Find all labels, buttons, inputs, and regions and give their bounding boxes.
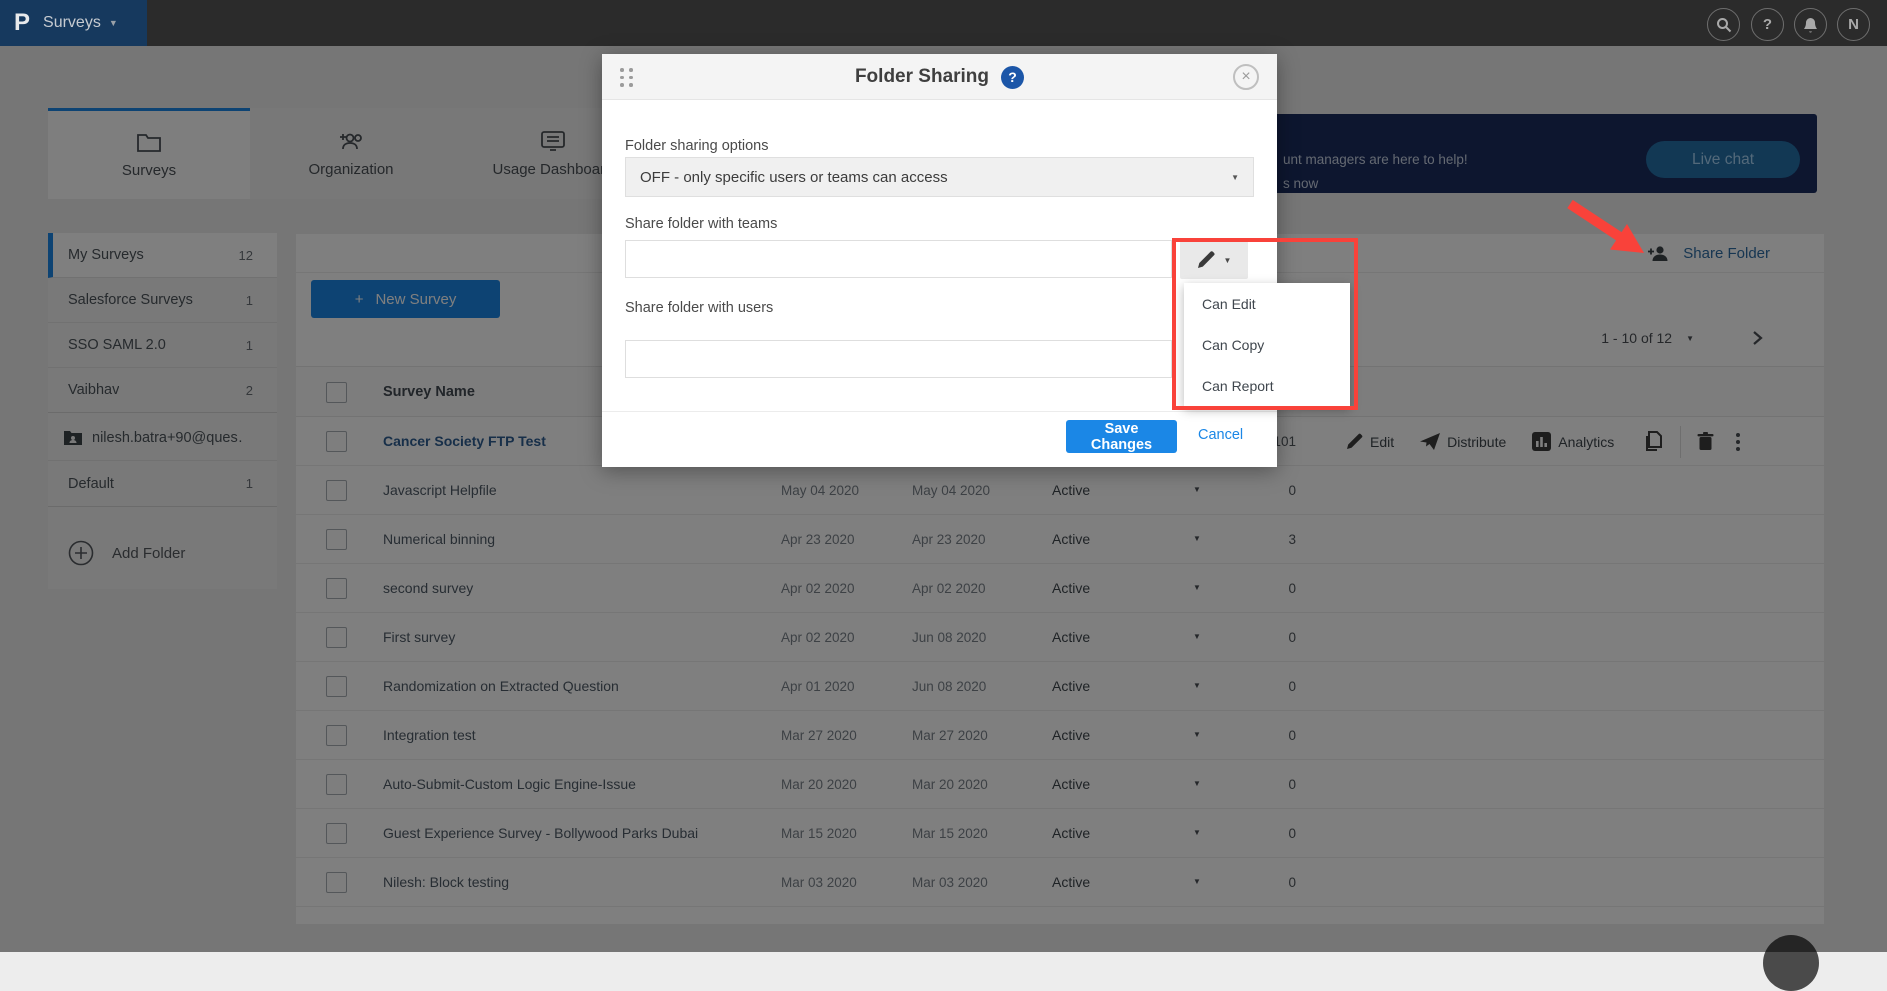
share-users-input[interactable] bbox=[625, 340, 1172, 378]
sharing-options-label: Folder sharing options bbox=[625, 138, 768, 154]
share-teams-input[interactable] bbox=[625, 240, 1172, 278]
user-avatar[interactable]: N bbox=[1837, 8, 1870, 41]
notifications-button[interactable] bbox=[1794, 8, 1827, 41]
save-changes-button[interactable]: Save Changes bbox=[1066, 420, 1177, 453]
search-icon bbox=[1716, 17, 1732, 33]
product-name: Surveys bbox=[43, 14, 101, 32]
chevron-down-icon: ▼ bbox=[109, 18, 118, 28]
modal-title: Folder Sharing bbox=[855, 66, 989, 88]
top-navigation-bar: P Surveys ▼ ? N bbox=[0, 0, 1887, 46]
annotation-arrow bbox=[1556, 192, 1666, 267]
modal-footer-divider bbox=[602, 411, 1277, 412]
questionpro-logo: P bbox=[14, 11, 30, 35]
cancel-button[interactable]: Cancel bbox=[1198, 427, 1243, 443]
sharing-options-select[interactable]: OFF - only specific users or teams can a… bbox=[625, 157, 1254, 197]
help-button[interactable]: ? bbox=[1751, 8, 1784, 41]
close-icon[interactable]: × bbox=[1233, 64, 1259, 90]
avatar-initial: N bbox=[1848, 16, 1859, 33]
chevron-down-icon: ▼ bbox=[1231, 173, 1239, 182]
search-button[interactable] bbox=[1707, 8, 1740, 41]
modal-header: Folder Sharing ? × bbox=[602, 54, 1277, 100]
product-switcher[interactable]: P Surveys ▼ bbox=[0, 0, 147, 46]
sharing-options-value: OFF - only specific users or teams can a… bbox=[640, 169, 948, 186]
help-icon: ? bbox=[1763, 16, 1772, 33]
annotation-highlight-rectangle bbox=[1172, 238, 1358, 410]
bell-icon bbox=[1803, 17, 1818, 33]
help-icon[interactable]: ? bbox=[1001, 66, 1024, 89]
share-users-label: Share folder with users bbox=[625, 300, 773, 316]
share-teams-label: Share folder with teams bbox=[625, 216, 777, 232]
modal-title-wrap: Folder Sharing ? bbox=[602, 54, 1277, 100]
